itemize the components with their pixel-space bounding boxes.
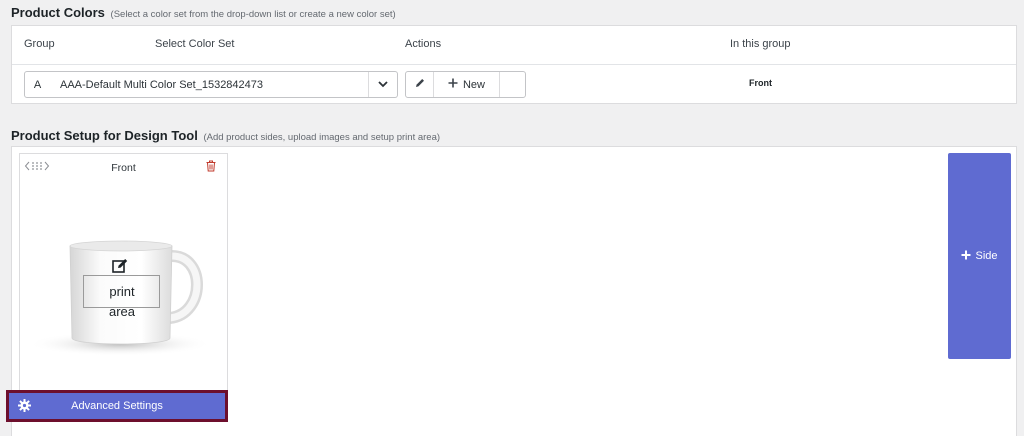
column-header-select-color-set: Select Color Set	[155, 38, 235, 50]
side-name: Front	[111, 162, 136, 174]
group-label: A	[24, 71, 51, 98]
product-colors-panel: Group Select Color Set Actions In this g…	[11, 25, 1017, 104]
edit-square-icon[interactable]	[112, 258, 130, 279]
edit-color-set-button[interactable]	[406, 72, 434, 97]
column-header-in-this-group: In this group	[730, 38, 791, 50]
plus-icon	[448, 78, 458, 91]
column-header-group: Group	[24, 38, 55, 50]
advanced-settings-button[interactable]: Advanced Settings	[6, 390, 228, 422]
product-setup-hint: (Add product sides, upload images and se…	[203, 132, 441, 143]
pencil-icon	[414, 76, 426, 94]
new-button-label: New	[462, 78, 485, 91]
color-set-value: AAA-Default Multi Color Set_1532842473	[60, 79, 264, 91]
product-image: print area	[20, 216, 229, 366]
column-header-actions: Actions	[405, 38, 442, 50]
product-colors-hint: (Select a color set from the drop-down l…	[110, 9, 396, 20]
new-color-set-button[interactable]: New	[434, 72, 500, 97]
product-colors-title: Product Colors (Select a color set from …	[11, 5, 396, 20]
header-divider	[12, 64, 1016, 65]
add-side-button[interactable]: Side	[948, 153, 1011, 359]
in-this-group-value: Front	[749, 78, 772, 88]
print-area-label-line2: area	[108, 304, 136, 319]
print-area-label-line1: print	[109, 284, 135, 299]
extra-action-slot	[500, 72, 525, 97]
add-side-label: Side	[975, 250, 998, 262]
product-setup-title: Product Setup for Design Tool (Add produ…	[11, 128, 441, 143]
trash-icon[interactable]	[206, 159, 216, 177]
advanced-settings-label: Advanced Settings	[71, 400, 163, 412]
color-set-select[interactable]: AAA-Default Multi Color Set_1532842473	[50, 71, 398, 98]
color-set-actions: New	[405, 71, 526, 98]
plus-icon	[961, 250, 971, 263]
gear-icon	[18, 399, 31, 417]
chevron-down-icon[interactable]	[368, 72, 397, 97]
side-card-front: Front print area	[19, 153, 228, 401]
